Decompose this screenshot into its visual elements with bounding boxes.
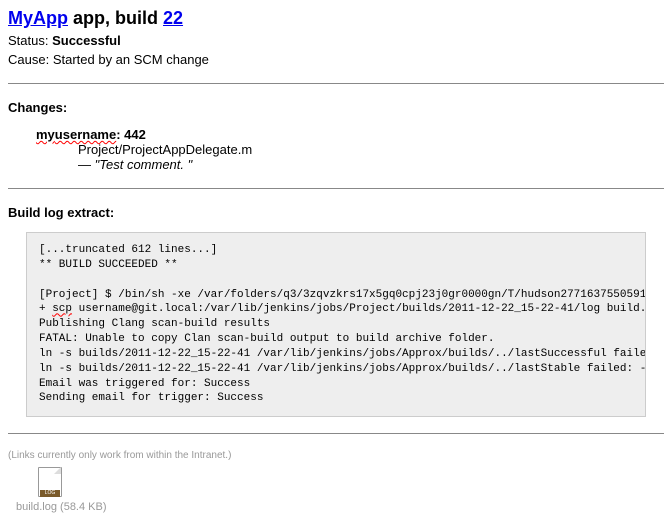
cause-value: Started by an SCM change — [53, 52, 209, 67]
divider — [8, 83, 664, 84]
log-line: + — [39, 303, 52, 315]
app-link[interactable]: MyApp — [8, 8, 68, 28]
log-line-scp: scp — [52, 303, 72, 315]
cause-line: Cause: Started by an SCM change — [8, 52, 664, 67]
status-line: Status: Successful — [8, 33, 664, 48]
change-item: myusername: 442 Project/ProjectAppDelega… — [36, 127, 664, 172]
log-line: ln -s builds/2011-12-22_15-22-41 /var/li… — [39, 363, 646, 375]
change-file: Project/ProjectAppDelegate.m — [78, 142, 664, 157]
log-line: [...truncated 612 lines...] — [39, 244, 217, 256]
divider — [8, 188, 664, 189]
log-line: username@git.local:/var/lib/jenkins/jobs… — [72, 303, 646, 315]
file-icon: LOG — [36, 467, 64, 499]
change-user: myusername: 442 — [36, 127, 664, 142]
page-title: MyApp app, build 22 — [8, 8, 664, 29]
build-log-box: [...truncated 612 lines...] ** BUILD SUC… — [26, 232, 646, 417]
log-line: Email was triggered for: Success — [39, 378, 250, 390]
buildlog-title: Build log extract: — [8, 205, 664, 220]
status-label: Status: — [8, 33, 52, 48]
cause-label: Cause: — [8, 52, 53, 67]
status-value: Successful — [52, 33, 121, 48]
attachment[interactable]: LOG — [36, 467, 664, 499]
footer-note: (Links currently only work from within t… — [8, 450, 664, 461]
divider — [8, 433, 664, 434]
log-line: Sending email for trigger: Success — [39, 392, 263, 404]
comment-dash: — — [78, 157, 95, 172]
log-line: FATAL: Unable to copy Clan scan-build ou… — [39, 333, 494, 345]
build-link[interactable]: 22 — [163, 8, 183, 28]
comment-text: "Test comment. " — [95, 157, 193, 172]
log-line: ln -s builds/2011-12-22_15-22-41 /var/li… — [39, 348, 646, 360]
changes-title: Changes: — [8, 100, 664, 115]
attachment-name: build.log (58.4 KB) — [16, 501, 664, 513]
app-word: app, build — [68, 8, 163, 28]
log-line: [Project] $ /bin/sh -xe /var/folders/q3/… — [39, 289, 646, 301]
change-user-part1: my — [36, 127, 55, 142]
change-revision: : 442 — [116, 127, 146, 142]
change-user-part2: username — [55, 127, 116, 142]
log-line: ** BUILD SUCCEEDED ** — [39, 259, 178, 271]
log-line: Publishing Clang scan-build results — [39, 318, 270, 330]
change-comment: — "Test comment. " — [78, 157, 664, 172]
